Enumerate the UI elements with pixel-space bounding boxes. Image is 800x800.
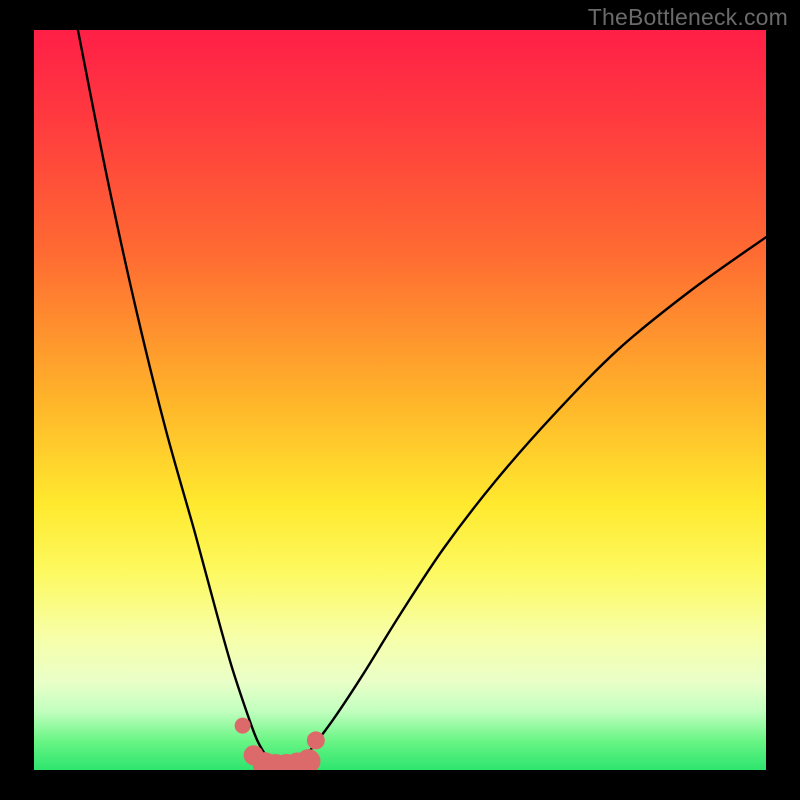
curves-svg — [34, 30, 766, 770]
marker-group — [235, 718, 325, 770]
marker-dot — [235, 718, 251, 734]
marker-dot — [307, 731, 325, 749]
watermark-text: TheBottleneck.com — [588, 4, 788, 31]
plot-area — [34, 30, 766, 770]
marker-dot — [297, 749, 321, 770]
left-curve-path — [78, 30, 276, 766]
chart-frame: TheBottleneck.com — [0, 0, 800, 800]
right-curve-path — [298, 237, 766, 766]
